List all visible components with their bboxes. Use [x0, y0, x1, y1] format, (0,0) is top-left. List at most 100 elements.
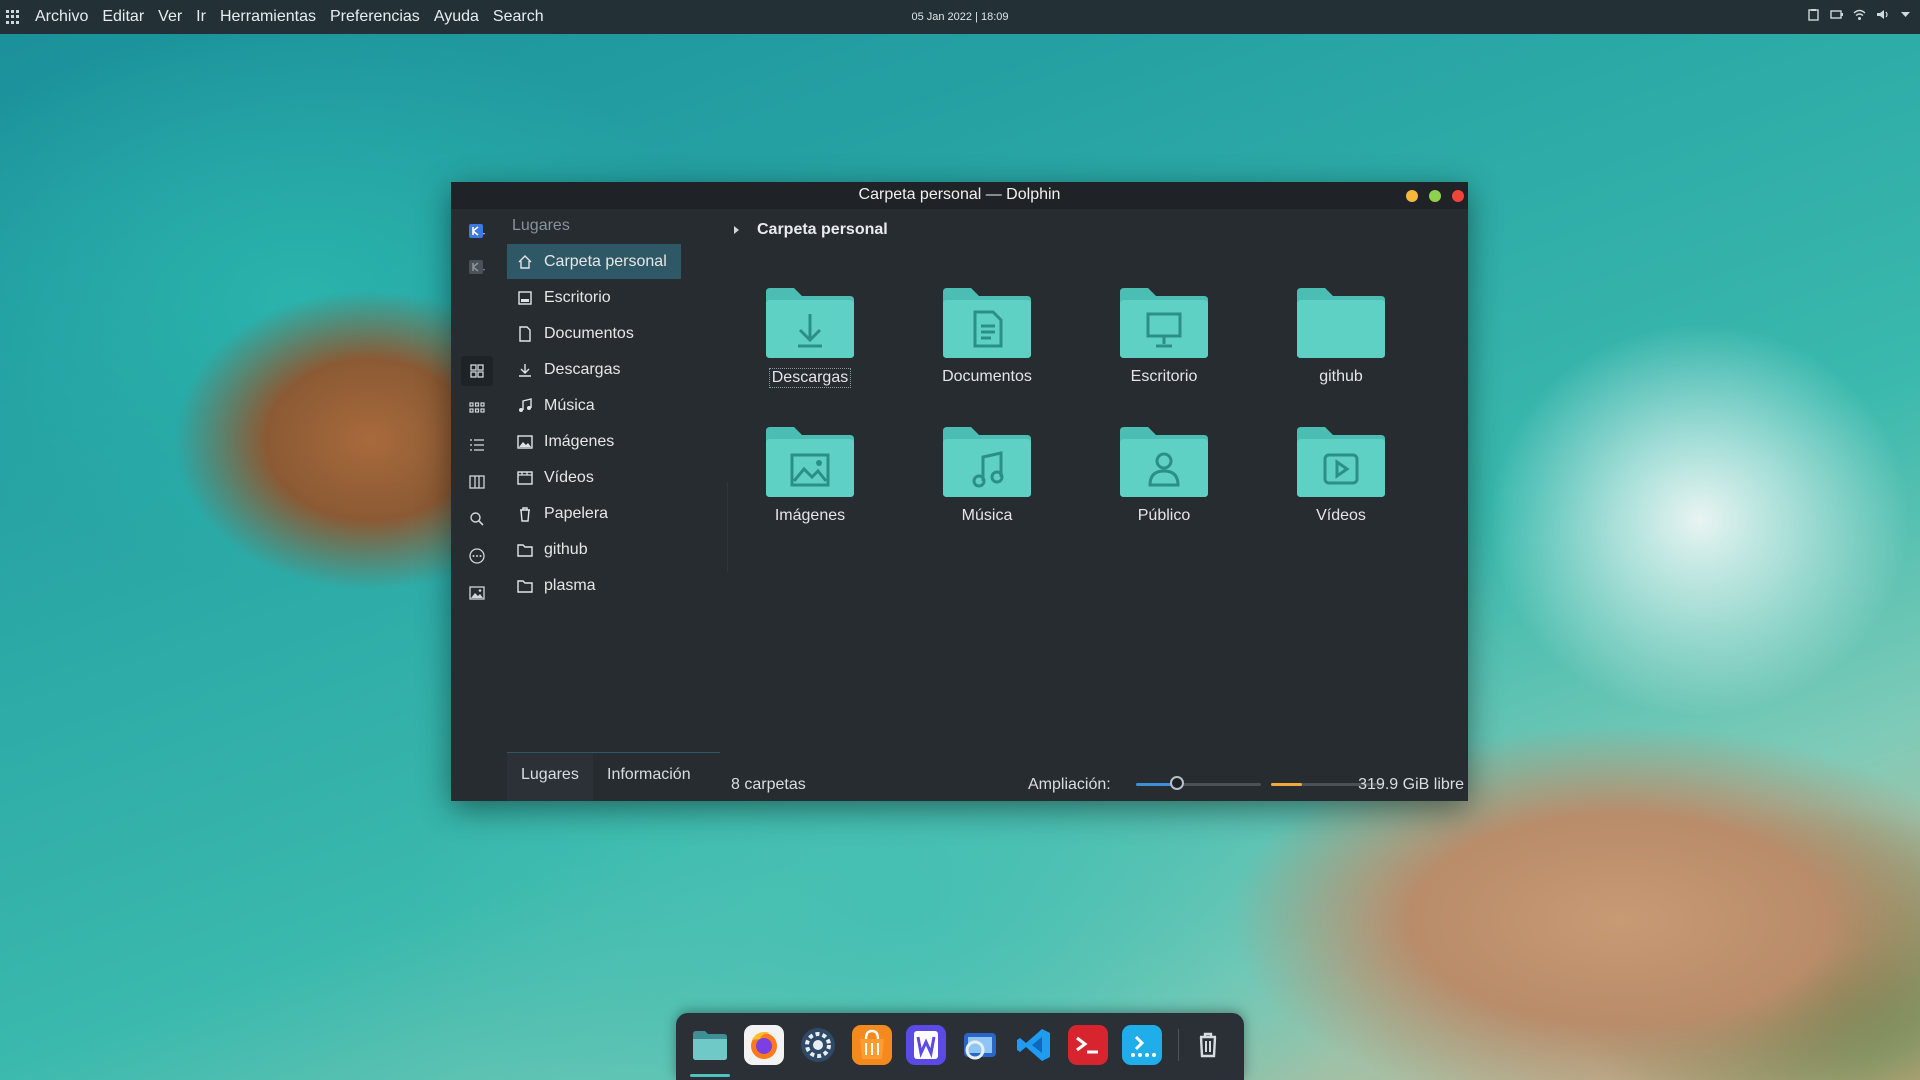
- folder-label: Descargas: [768, 368, 852, 388]
- place-documentos[interactable]: Documentos: [507, 316, 681, 351]
- tab-lugares[interactable]: Lugares: [507, 753, 593, 801]
- dock-firefox[interactable]: [744, 1025, 784, 1065]
- app-launcher-icon[interactable]: [6, 10, 20, 24]
- music-icon: [519, 397, 532, 412]
- place-escritorio[interactable]: Escritorio: [507, 280, 681, 315]
- search-button[interactable]: [461, 504, 493, 534]
- kde-icon: [469, 224, 485, 238]
- window-titlebar[interactable]: Carpeta personal — Dolphin: [451, 182, 1468, 209]
- dock-vscode[interactable]: [1014, 1025, 1054, 1065]
- folder-videos[interactable]: Vídeos: [1286, 425, 1396, 535]
- dock-separator: [1178, 1029, 1179, 1061]
- breadcrumb-arrow-icon[interactable]: [734, 226, 739, 234]
- place-label: Papelera: [544, 504, 609, 522]
- menu-archivo[interactable]: Archivo: [28, 8, 95, 26]
- menu-herramientas[interactable]: Herramientas: [213, 8, 323, 26]
- menu-preferencias[interactable]: Preferencias: [323, 8, 427, 26]
- volume-icon[interactable]: [1876, 8, 1889, 21]
- free-space-fill: [1271, 783, 1303, 786]
- settings-icon: [801, 1028, 835, 1062]
- breadcrumb-current[interactable]: Carpeta personal: [757, 221, 888, 239]
- place-videos[interactable]: Vídeos: [507, 460, 681, 495]
- dock-files[interactable]: [690, 1025, 730, 1065]
- window-title: Carpeta personal — Dolphin: [858, 186, 1061, 203]
- document-icon: [519, 325, 531, 342]
- folder-label: Documentos: [942, 368, 1032, 385]
- top-panel: Archivo Editar Ver Ir Herramientas Prefe…: [0, 0, 1920, 34]
- icons-view-button[interactable]: [461, 356, 493, 386]
- close-button[interactable]: [1452, 190, 1464, 202]
- view-toolstrip: [451, 209, 505, 801]
- dock-discover[interactable]: [1122, 1025, 1162, 1065]
- compact-view-button[interactable]: [461, 393, 493, 423]
- place-plasma[interactable]: plasma: [507, 568, 681, 603]
- folder-image-icon: [766, 427, 854, 497]
- dock-screenshot[interactable]: [960, 1025, 1000, 1065]
- zoom-slider-handle[interactable]: [1170, 776, 1185, 790]
- folder-escritorio[interactable]: Escritorio: [1109, 286, 1219, 396]
- image-icon: [469, 586, 485, 600]
- discover-icon: [1131, 1035, 1156, 1057]
- place-carpeta-personal[interactable]: Carpeta personal: [507, 244, 681, 279]
- place-descargas[interactable]: Descargas: [507, 352, 681, 387]
- folder-desktop-icon: [1120, 288, 1208, 358]
- folder-publico[interactable]: Público: [1109, 425, 1219, 535]
- menu-ir[interactable]: Ir: [189, 8, 213, 26]
- folder-icon: [517, 543, 533, 557]
- place-label: Documentos: [544, 324, 634, 342]
- dock-store[interactable]: [852, 1025, 892, 1065]
- dock: [676, 1013, 1244, 1080]
- place-label: Vídeos: [544, 468, 594, 486]
- folder-user-icon: [1120, 427, 1208, 497]
- chevron-down-icon[interactable]: [1899, 8, 1912, 21]
- dock-settings[interactable]: [798, 1025, 838, 1065]
- menu-editar[interactable]: Editar: [95, 8, 151, 26]
- places-panel: Lugares Carpeta personal Escritorio Docu…: [507, 209, 681, 801]
- folder-document-icon: [943, 288, 1031, 358]
- place-label: plasma: [544, 576, 596, 594]
- tab-informacion[interactable]: Información: [593, 753, 705, 801]
- folder-music-icon: [943, 427, 1031, 497]
- folder-documentos[interactable]: Documentos: [932, 286, 1042, 396]
- preview-button[interactable]: [461, 578, 493, 608]
- free-space-label: 319.9 GiB libre: [1358, 776, 1464, 793]
- terminal-icon: [1076, 1036, 1098, 1054]
- folder-github[interactable]: github: [1286, 286, 1396, 396]
- details-view-button[interactable]: [461, 430, 493, 460]
- place-label: Carpeta personal: [544, 252, 667, 270]
- menu-ver[interactable]: Ver: [151, 8, 189, 26]
- folder-label: Público: [1137, 507, 1191, 524]
- place-imagenes[interactable]: Imágenes: [507, 424, 681, 459]
- clipboard-icon[interactable]: [1807, 8, 1820, 21]
- menu-search[interactable]: Search: [486, 8, 551, 26]
- kde-icon-dim: [469, 260, 485, 274]
- kde-menu-button[interactable]: [461, 217, 493, 247]
- maximize-button[interactable]: [1429, 190, 1441, 202]
- folder-descargas[interactable]: Descargas: [755, 286, 865, 396]
- panel-divider[interactable]: [727, 482, 728, 572]
- image-icon: [517, 434, 533, 449]
- wifi-icon[interactable]: [1853, 8, 1866, 21]
- dock-trash[interactable]: [1188, 1025, 1228, 1065]
- more-options-button[interactable]: [461, 541, 493, 571]
- place-musica[interactable]: Música: [507, 388, 681, 423]
- dock-terminal[interactable]: [1068, 1025, 1108, 1065]
- place-papelera[interactable]: Papelera: [507, 496, 681, 531]
- zoom-slider[interactable]: [1136, 776, 1261, 790]
- files-icon: [693, 1031, 727, 1060]
- download-icon: [519, 363, 531, 377]
- dock-active-indicator: [690, 1074, 730, 1077]
- video-icon: [517, 470, 533, 485]
- status-count: 8 carpetas: [731, 776, 806, 793]
- folder-imagenes[interactable]: Imágenes: [755, 425, 865, 535]
- menu-ayuda[interactable]: Ayuda: [427, 8, 486, 26]
- dock-writer[interactable]: [906, 1025, 946, 1065]
- folder-musica[interactable]: Música: [932, 425, 1042, 535]
- place-github[interactable]: github: [507, 532, 681, 567]
- split-view-button[interactable]: [461, 467, 493, 497]
- folder-label: Vídeos: [1316, 507, 1366, 524]
- battery-icon[interactable]: [1830, 8, 1843, 21]
- minimize-button[interactable]: [1406, 190, 1418, 202]
- secondary-menu-button[interactable]: [461, 253, 493, 283]
- trash-icon: [1199, 1032, 1217, 1058]
